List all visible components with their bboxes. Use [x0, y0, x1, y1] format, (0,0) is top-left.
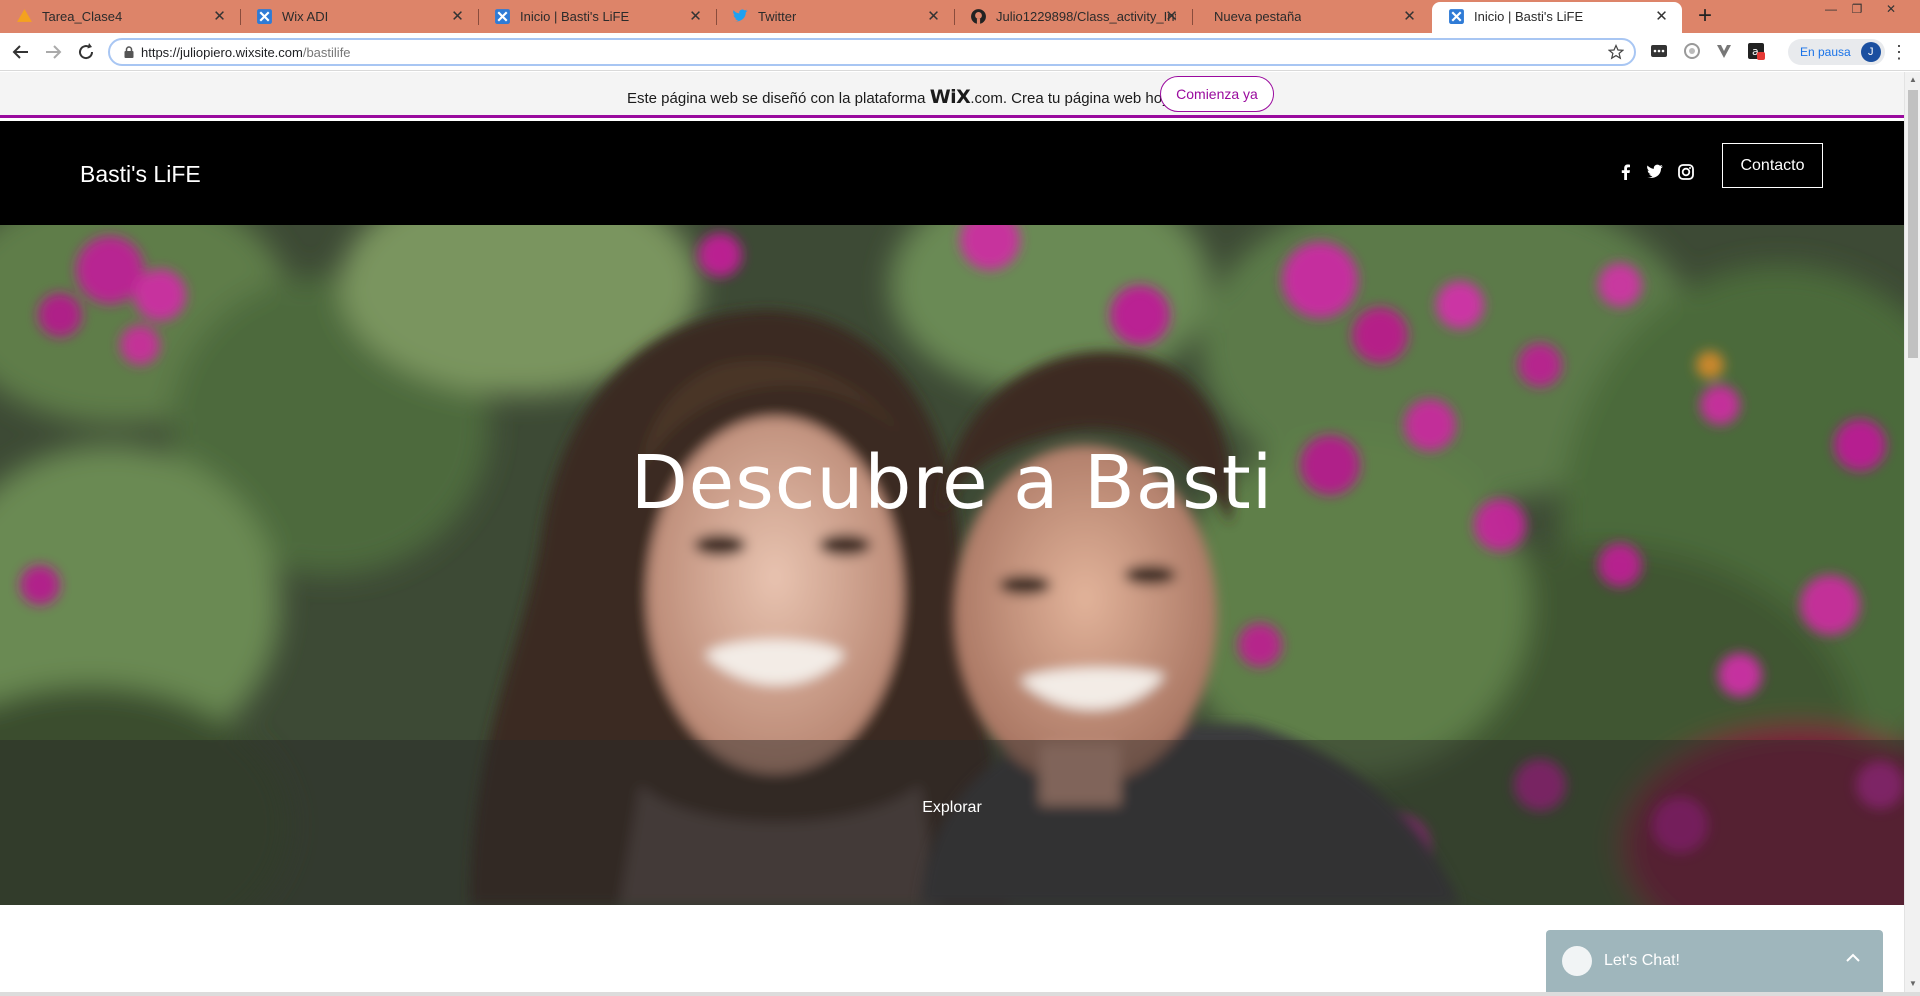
- reload-icon[interactable]: [74, 40, 98, 64]
- tab-inicio-bastis-life[interactable]: Inicio | Basti's LiFE ✕: [478, 0, 716, 33]
- profile-status: En pausa: [1800, 45, 1851, 59]
- chat-label: Let's Chat!: [1604, 952, 1680, 969]
- drive-icon: [17, 9, 32, 22]
- lock-icon[interactable]: [122, 45, 136, 59]
- url-host: https://juliopiero.wixsite.com: [141, 45, 303, 60]
- browser-toolbar: https://juliopiero.wixsite.com/bastilife…: [0, 33, 1920, 71]
- wix-icon: [1449, 9, 1464, 24]
- start-now-button[interactable]: Comienza ya: [1160, 76, 1274, 112]
- tab-title: Inicio | Basti's LiFE: [520, 9, 630, 24]
- chat-widget[interactable]: Let's Chat!: [1546, 930, 1883, 992]
- address-bar[interactable]: https://juliopiero.wixsite.com/bastilife: [108, 38, 1636, 66]
- hero-section: Descubre a Basti Explorar: [0, 225, 1904, 905]
- close-icon[interactable]: ✕: [687, 8, 704, 25]
- site-header: Basti's LiFE Contacto: [0, 121, 1904, 225]
- close-icon[interactable]: ✕: [211, 8, 228, 25]
- window-bottom-border: [0, 992, 1920, 996]
- tab-github[interactable]: Julio1229898/Class_activity_Inter ✕: [954, 0, 1192, 33]
- facebook-icon[interactable]: [1617, 163, 1635, 181]
- wix-promo-text-before: Este página web se diseñó con la platafo…: [627, 90, 930, 107]
- page-scrollbar[interactable]: ▲ ▼: [1904, 72, 1920, 992]
- site-logo[interactable]: Basti's LiFE: [80, 161, 201, 188]
- github-icon: [971, 9, 986, 24]
- scroll-up-arrow-icon[interactable]: ▲: [1909, 76, 1917, 84]
- tab-title: Twitter: [758, 9, 797, 24]
- wix-promo-text-after: .com. Crea tu página web hoy.: [970, 90, 1173, 107]
- new-tab-button[interactable]: +: [1693, 4, 1717, 29]
- forward-icon[interactable]: [41, 40, 65, 64]
- close-icon[interactable]: ✕: [1401, 8, 1418, 25]
- scroll-down-arrow-icon[interactable]: ▼: [1909, 980, 1917, 988]
- wix-promo-banner: Este página web se diseñó con la platafo…: [0, 72, 1904, 118]
- page-viewport: Este página web se diseñó con la platafo…: [0, 72, 1904, 992]
- tab-wix-adi[interactable]: Wix ADI ✕: [240, 0, 478, 33]
- twitter-icon[interactable]: [1646, 163, 1664, 181]
- avatar: J: [1860, 42, 1881, 62]
- wix-icon: [257, 9, 272, 24]
- extension-dots-icon[interactable]: [1650, 42, 1668, 60]
- tab-tarea-clase4[interactable]: Tarea_Clase4 ✕: [0, 0, 240, 33]
- close-window-icon[interactable]: ✕: [1876, 2, 1906, 16]
- browser-menu-icon[interactable]: ⋮: [1890, 42, 1908, 62]
- tab-title: Julio1229898/Class_activity_Inter: [996, 9, 1176, 24]
- close-icon[interactable]: ✕: [1163, 8, 1180, 25]
- extension-v-icon[interactable]: [1715, 42, 1733, 60]
- url-path: /bastilife: [302, 45, 351, 60]
- contact-button[interactable]: Contacto: [1722, 143, 1823, 188]
- extension-circle-icon[interactable]: [1683, 42, 1701, 60]
- twitter-icon: [733, 9, 748, 22]
- wix-promo-text: Este página web se diseñó con la platafo…: [627, 86, 1173, 108]
- tab-inicio-bastis-life-active[interactable]: Inicio | Basti's LiFE ✕: [1432, 2, 1682, 33]
- bookmark-star-icon[interactable]: [1608, 44, 1624, 60]
- profile-paused-button[interactable]: En pausa J: [1788, 39, 1885, 65]
- browser-tab-bar: Tarea_Clase4 ✕ Wix ADI ✕ Inicio | Basti'…: [0, 0, 1920, 33]
- url-text: https://juliopiero.wixsite.com/bastilife: [141, 45, 351, 60]
- chevron-up-icon[interactable]: [1843, 948, 1863, 968]
- close-icon[interactable]: ✕: [449, 8, 466, 25]
- tab-twitter[interactable]: Twitter ✕: [716, 0, 954, 33]
- tab-title: Nueva pestaña: [1214, 9, 1302, 24]
- tab-title: Wix ADI: [282, 9, 329, 24]
- back-icon[interactable]: [9, 40, 33, 64]
- hero-title: Descubre a Basti: [630, 440, 1274, 526]
- wix-logo: WiX: [929, 86, 971, 108]
- chat-bubble-icon: [1562, 946, 1592, 976]
- close-icon[interactable]: ✕: [925, 8, 942, 25]
- tab-nueva-pestana[interactable]: Nueva pestaña ✕: [1192, 0, 1430, 33]
- close-icon[interactable]: ✕: [1653, 8, 1670, 25]
- instagram-icon[interactable]: [1677, 163, 1695, 181]
- tab-title: Tarea_Clase4: [42, 9, 123, 24]
- wix-icon: [495, 9, 510, 24]
- hero-strip: [0, 740, 1904, 905]
- explore-link[interactable]: Explorar: [0, 799, 1904, 817]
- restore-icon[interactable]: ❐: [1842, 2, 1872, 16]
- extension-amazon-icon[interactable]: a: [1747, 42, 1765, 60]
- scrollbar-thumb[interactable]: [1908, 90, 1918, 358]
- tab-title: Inicio | Basti's LiFE: [1474, 9, 1584, 24]
